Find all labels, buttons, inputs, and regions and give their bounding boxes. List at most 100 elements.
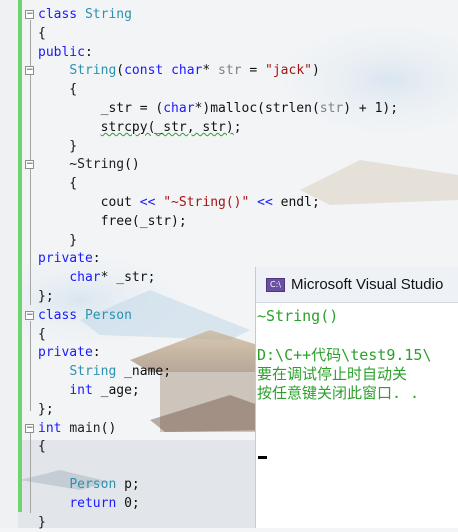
code-token: str: [218, 63, 242, 79]
code-token: Person: [69, 477, 117, 492]
code-token: _str = (: [38, 101, 164, 116]
code-token: <<: [257, 195, 273, 210]
code-token: endl;: [272, 195, 320, 210]
code-token: strcpy(_str, str): [100, 119, 234, 135]
code-line[interactable]: {: [38, 325, 46, 344]
code-token: public: [38, 44, 85, 60]
fold-toggle-icon[interactable]: −: [25, 310, 34, 320]
code-token: :: [84, 44, 93, 60]
console-titlebar[interactable]: C:\ Microsoft Visual Studio: [256, 267, 458, 303]
code-token: "jack": [265, 63, 312, 79]
code-line[interactable]: }: [38, 137, 77, 156]
code-token: }: [38, 232, 78, 248]
fold-toggle-icon[interactable]: −: [25, 10, 34, 19]
console-output-line: ~String(): [257, 307, 339, 325]
fold-toggle-icon[interactable]: −: [25, 160, 34, 170]
code-line[interactable]: {: [38, 437, 46, 456]
code-token: class: [38, 307, 85, 323]
code-token: (): [124, 157, 140, 173]
code-token: };: [38, 401, 54, 417]
code-token: {: [38, 439, 46, 455]
code-line[interactable]: int main(): [38, 419, 116, 438]
code-token: const: [124, 63, 172, 79]
code-line[interactable]: class String: [38, 5, 132, 24]
code-token: {: [38, 176, 78, 192]
code-token: (: [116, 63, 125, 79]
console-output-line: 按任意键关闭此窗口. .: [257, 384, 420, 402]
code-line[interactable]: class Person: [38, 306, 132, 325]
code-line[interactable]: ~String(): [38, 155, 140, 174]
code-token: String: [77, 157, 125, 173]
code-line[interactable]: public:: [38, 43, 93, 62]
code-token: }: [38, 138, 78, 154]
code-token: private: [38, 251, 93, 267]
code-token: 0;: [116, 495, 140, 511]
code-token: String: [84, 7, 132, 22]
code-line[interactable]: };: [38, 287, 54, 306]
code-token: _age;: [92, 383, 140, 398]
code-token: char: [69, 270, 101, 286]
code-token: :: [92, 251, 101, 267]
code-token: char: [163, 101, 195, 116]
code-line[interactable]: };: [38, 400, 54, 419]
editor-margin: [0, 0, 18, 528]
code-token: :: [92, 345, 101, 361]
code-line[interactable]: Person p;: [38, 475, 140, 494]
code-token: free(_str);: [38, 213, 187, 229]
code-token: ) + 1);: [343, 101, 399, 116]
console-window[interactable]: C:\ Microsoft Visual Studio ~String() D:…: [256, 267, 458, 528]
code-line[interactable]: {: [38, 174, 77, 193]
console-cursor: [258, 456, 267, 459]
code-line[interactable]: String _name;: [38, 362, 171, 381]
code-token: {: [38, 82, 78, 98]
code-line[interactable]: cout << "~String()" << endl;: [38, 193, 320, 212]
code-token: ;: [233, 119, 242, 135]
console-app-icon: C:\: [266, 278, 285, 292]
code-line[interactable]: char* _str;: [38, 268, 155, 287]
code-token: =: [241, 63, 266, 79]
code-line[interactable]: return 0;: [38, 494, 140, 513]
code-token: (): [100, 420, 117, 436]
code-line[interactable]: int _age;: [38, 381, 140, 400]
code-token: cout: [38, 195, 140, 210]
code-token: String: [69, 364, 117, 380]
fold-toggle-icon[interactable]: −: [25, 423, 34, 433]
code-line[interactable]: private:: [38, 343, 101, 362]
console-output-line: 要在调试停止时自动关: [257, 365, 408, 383]
code-token: ): [311, 63, 320, 79]
fold-toggle-icon[interactable]: −: [25, 66, 34, 76]
console-output[interactable]: ~String() D:\C++代码\test9.15\ 要在调试停止时自动关 …: [256, 303, 458, 528]
code-token: p;: [116, 477, 140, 492]
code-line[interactable]: strcpy(_str, str);: [38, 118, 242, 137]
change-tracking-bar: [18, 0, 22, 512]
code-line[interactable]: free(_str);: [38, 212, 187, 231]
code-token: "~String()": [163, 195, 250, 210]
code-token: };: [38, 289, 54, 304]
code-token: String: [69, 63, 117, 79]
code-token: _name;: [116, 364, 172, 380]
code-token: private: [38, 345, 93, 361]
code-line[interactable]: private:: [38, 249, 101, 268]
code-line[interactable]: }: [38, 513, 46, 532]
code-line[interactable]: _str = (char*)malloc(strlen(str) + 1);: [38, 99, 398, 118]
code-token: ~: [38, 157, 78, 173]
code-token: main: [69, 420, 101, 436]
code-token: *)malloc(strlen(: [194, 101, 320, 116]
code-line[interactable]: {: [38, 24, 46, 43]
code-line[interactable]: {: [38, 80, 77, 99]
code-token: str: [319, 101, 344, 116]
code-line[interactable]: String(const char* str = "jack"): [38, 61, 320, 80]
code-token: char: [171, 63, 203, 79]
fold-guide: [30, 433, 31, 513]
code-token: <<: [139, 195, 156, 210]
code-token: Person: [84, 307, 132, 323]
code-token: }: [38, 514, 46, 530]
code-line[interactable]: }: [38, 231, 77, 250]
code-token: {: [38, 326, 46, 342]
